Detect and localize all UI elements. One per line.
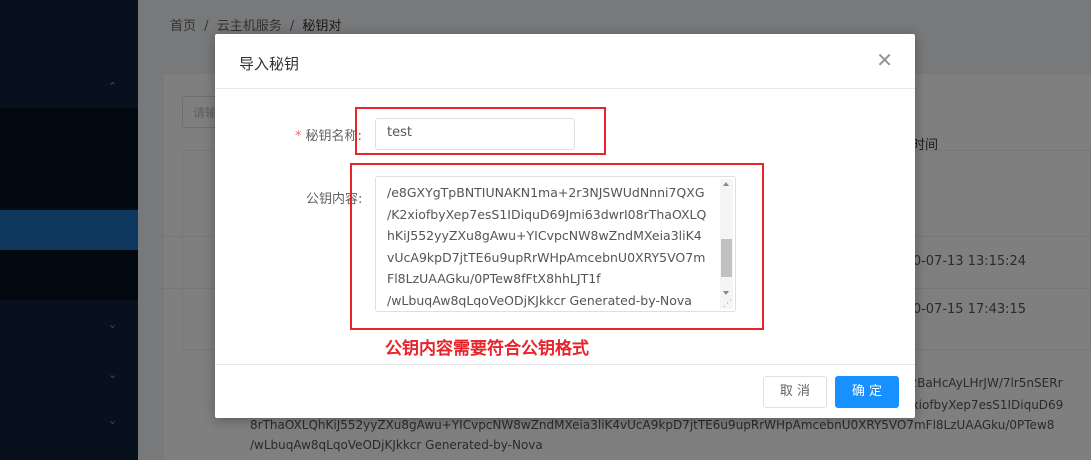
annotation-box-pubkey — [350, 163, 764, 330]
confirm-button[interactable]: 确 定 — [835, 376, 899, 408]
required-mark: * — [295, 129, 302, 144]
import-key-dialog: 导入秘钥 ✕ * 秘钥名称: test 公钥内容: /e8GXYgTpBNTIUN… — [215, 34, 915, 418]
key-name-label: * 秘钥名称: — [295, 125, 362, 144]
key-name-label-text: 秘钥名称: — [305, 129, 362, 144]
dialog-footer: 取 消 确 定 — [215, 364, 915, 418]
dialog-header: 导入秘钥 ✕ — [215, 34, 915, 89]
annotation-warning-text: 公钥内容需要符合公钥格式 — [385, 339, 589, 359]
close-icon[interactable]: ✕ — [876, 50, 893, 70]
cancel-button[interactable]: 取 消 — [763, 376, 827, 408]
annotation-box-name — [355, 107, 606, 155]
dialog-title: 导入秘钥 — [239, 55, 300, 73]
